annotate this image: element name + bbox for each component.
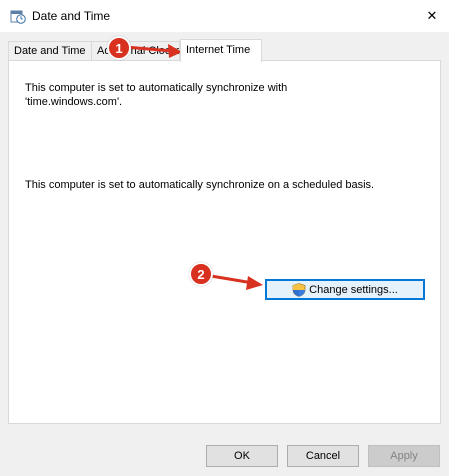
date-time-dialog: Date and Time ✕ Date and Time Additional…	[0, 0, 449, 476]
schedule-text: This computer is set to automatically sy…	[25, 179, 375, 191]
apply-button[interactable]: Apply	[368, 445, 440, 467]
tab-strip: Date and Time Additional Clocks Internet…	[8, 39, 441, 62]
ok-button[interactable]: OK	[206, 445, 278, 467]
internet-time-panel: This computer is set to automatically sy…	[8, 60, 441, 424]
uac-shield-icon	[292, 282, 306, 297]
close-icon: ✕	[426, 8, 438, 23]
tab-date-and-time[interactable]: Date and Time	[8, 41, 92, 60]
change-settings-button[interactable]: Change settings...	[265, 279, 425, 300]
close-button[interactable]: ✕	[415, 0, 449, 32]
annotation-badge-2: 2	[189, 262, 213, 286]
annotation-badge-1: 1	[107, 36, 131, 60]
sync-server-text: This computer is set to automatically sy…	[25, 82, 288, 108]
date-time-icon	[10, 10, 26, 24]
window-title: Date and Time	[32, 9, 111, 23]
tab-internet-time[interactable]: Internet Time	[180, 39, 262, 62]
cancel-button[interactable]: Cancel	[287, 445, 359, 467]
title-bar: Date and Time ✕	[0, 0, 449, 32]
change-settings-label: Change settings...	[309, 283, 398, 296]
